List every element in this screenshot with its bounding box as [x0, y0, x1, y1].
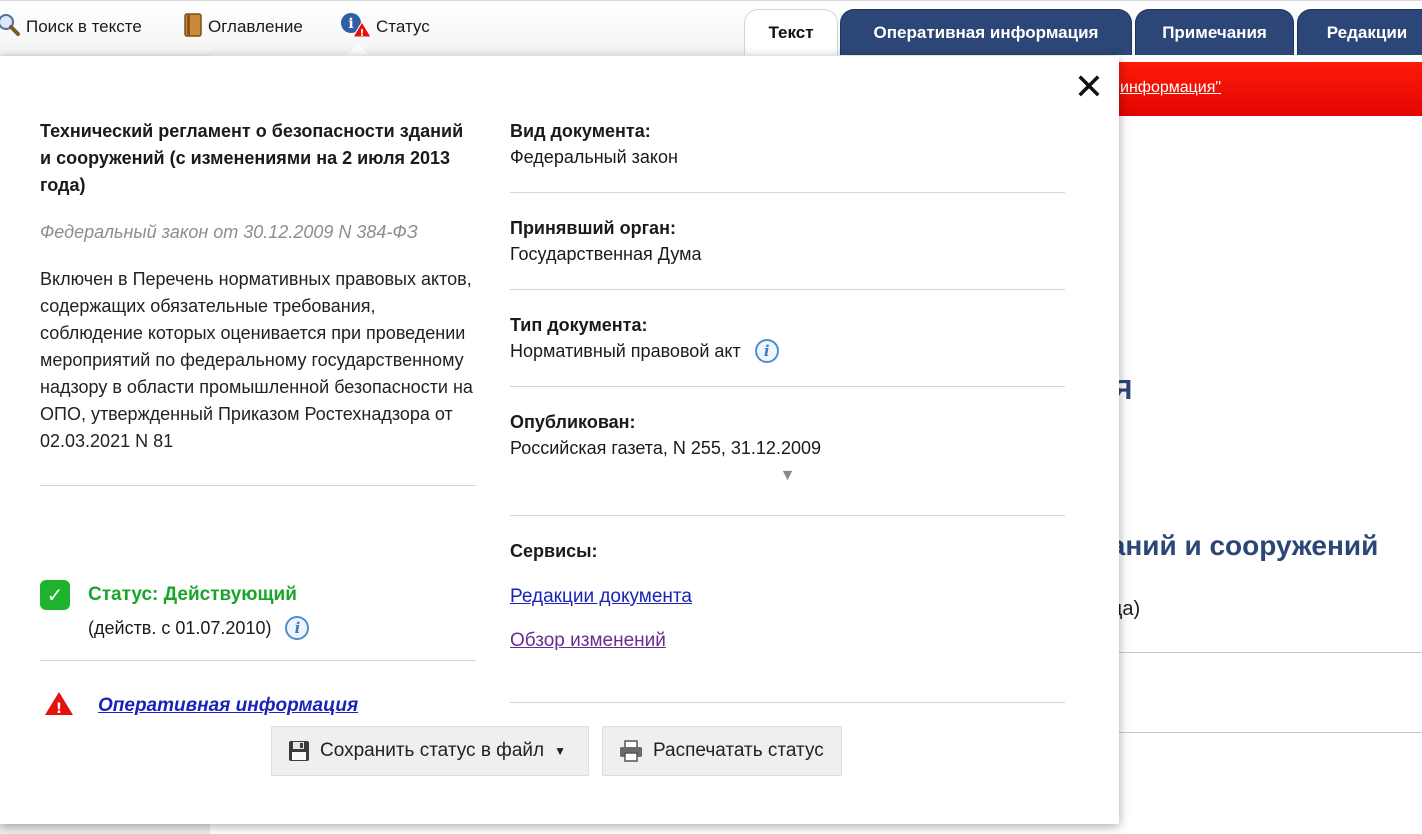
close-icon[interactable]: ✕: [1072, 69, 1106, 106]
field-value: Российская газета, N 255, 31.12.2009: [510, 435, 1065, 461]
search-in-text-label: Поиск в тексте: [26, 17, 142, 36]
field-value-text: Федеральный закон: [510, 147, 678, 167]
field-published: Опубликован: Российская газета, N 255, 3…: [510, 409, 1065, 516]
doc-heading-fragment: даний и сооружений: [1092, 530, 1379, 561]
field-label: Тип документа:: [510, 315, 648, 335]
document-title: Технический регламент о безопасности зда…: [40, 121, 464, 195]
top-toolbar: Поиск в тексте Оглавление i ! Статус Тек…: [0, 0, 1422, 55]
field-value-text: Российская газета, N 255, 31.12.2009: [510, 438, 821, 458]
operative-info-row: ! Оперативная информация: [44, 690, 358, 721]
expand-more-icon[interactable]: ▼: [510, 467, 1065, 485]
document-summary: Технический регламент о безопасности зда…: [40, 118, 476, 486]
field-value: Государственная Дума: [510, 241, 1065, 267]
info-warning-icon: i !: [340, 12, 372, 43]
doc-divider: [1110, 732, 1422, 733]
divider: [40, 485, 476, 486]
status-popup: ✕ Технический регламент о безопасности з…: [0, 56, 1119, 824]
status-label: Статус: [376, 17, 430, 36]
field-authority: Принявший орган: Государственная Дума: [510, 215, 1065, 290]
editions-link[interactable]: Редакции документа: [510, 586, 1065, 608]
print-status-label: Распечатать статус: [653, 740, 824, 761]
tab-operative-info[interactable]: Оперативная информация: [840, 9, 1132, 55]
divider: [510, 702, 1065, 703]
field-value-text: Нормативный правовой акт: [510, 341, 741, 361]
services-title: Сервисы:: [510, 541, 598, 561]
field-label: Опубликован:: [510, 412, 636, 432]
check-icon: ✓: [40, 580, 70, 610]
doc-divider: [1110, 652, 1422, 653]
operative-info-link[interactable]: Оперативная информация: [98, 695, 358, 717]
search-in-text-button[interactable]: Поиск в тексте: [0, 13, 142, 42]
svg-text:!: !: [360, 28, 365, 38]
operative-info-banner[interactable]: информация": [1110, 62, 1422, 116]
caret-down-icon: ▼: [554, 744, 566, 758]
field-label: Вид документа:: [510, 121, 651, 141]
banner-link[interactable]: информация": [1120, 79, 1221, 97]
field-doc-kind: Вид документа: Федеральный закон: [510, 118, 1065, 193]
table-of-contents-label: Оглавление: [208, 17, 303, 36]
floppy-disk-icon: [288, 740, 310, 762]
status-button[interactable]: i ! Статус: [340, 12, 430, 43]
document-subtitle: Федеральный закон от 30.12.2009 N 384-ФЗ: [40, 222, 418, 242]
warning-icon: !: [44, 690, 74, 721]
field-value: Федеральный закон: [510, 144, 1065, 170]
print-status-button[interactable]: Распечатать статус: [602, 726, 842, 776]
field-value: Нормативный правовой акт i: [510, 338, 1065, 364]
popup-pointer: [346, 44, 370, 56]
document-description: Включен в Перечень нормативных правовых …: [40, 269, 473, 451]
tab-editions[interactable]: Редакции: [1297, 9, 1422, 55]
field-value-text: Государственная Дума: [510, 244, 702, 264]
field-label: Принявший орган:: [510, 218, 676, 238]
status-value: Статус: Действующий: [88, 584, 297, 605]
divider: [40, 660, 476, 661]
save-status-label: Сохранить статус в файл: [320, 740, 545, 761]
book-icon: [182, 12, 204, 42]
tab-notes[interactable]: Примечания: [1135, 9, 1294, 55]
table-of-contents-button[interactable]: Оглавление: [182, 12, 303, 42]
status-section: ✓ Статус: Действующий (действ. с 01.07.2…: [40, 580, 476, 661]
magnifier-icon: [0, 13, 22, 42]
document-details: Вид документа: Федеральный закон Принявш…: [510, 118, 1065, 652]
changes-review-link[interactable]: Обзор изменений: [510, 630, 1065, 652]
tab-text[interactable]: Текст: [744, 9, 838, 55]
svg-text:i: i: [348, 16, 353, 32]
save-status-button[interactable]: Сохранить статус в файл ▼: [271, 726, 589, 776]
svg-text:!: !: [56, 701, 62, 716]
field-doc-type: Тип документа: Нормативный правовой акт …: [510, 312, 1065, 387]
info-icon[interactable]: i: [285, 616, 310, 640]
status-since: (действ. с 01.07.2010): [88, 617, 272, 638]
printer-icon: [619, 740, 643, 762]
info-icon[interactable]: i: [754, 339, 779, 363]
